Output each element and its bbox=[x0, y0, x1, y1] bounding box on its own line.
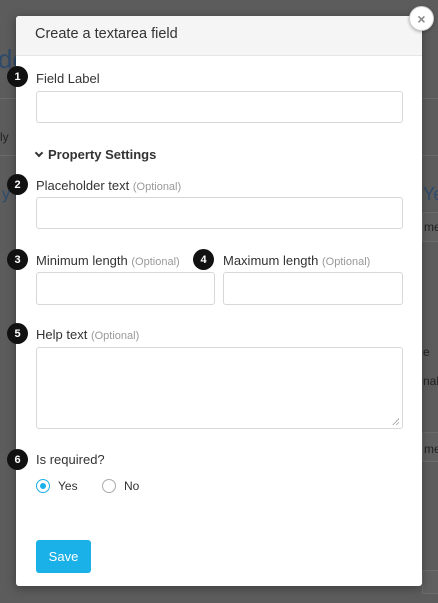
property-settings-toggle[interactable]: Property Settings bbox=[34, 147, 157, 162]
dialog-header: Create a textarea field bbox=[16, 16, 422, 56]
radio-unchecked-icon bbox=[102, 479, 116, 493]
placeholder-text-label: Placeholder text (Optional) bbox=[36, 178, 181, 193]
create-textarea-field-dialog: Create a textarea field 1 Field Label Pr… bbox=[7, 16, 422, 586]
placeholder-text-label-text: Placeholder text bbox=[36, 178, 130, 193]
step-badge-1: 1 bbox=[7, 66, 28, 87]
background-text-fragment: me bbox=[424, 442, 438, 456]
background-text-fragment: Ye bbox=[423, 184, 438, 204]
is-required-label: Is required? bbox=[36, 452, 105, 467]
background-divider bbox=[422, 155, 438, 156]
step-badge-5: 5 bbox=[7, 323, 28, 344]
minimum-length-label: Minimum length (Optional) bbox=[36, 253, 180, 268]
radio-label-yes: Yes bbox=[58, 479, 78, 493]
background-divider bbox=[0, 98, 16, 99]
resize-handle-icon[interactable] bbox=[392, 418, 399, 425]
radio-label-no: No bbox=[124, 479, 140, 493]
background-text-fragment: me bbox=[424, 220, 438, 234]
maximum-length-label-text: Maximum length bbox=[223, 253, 319, 268]
field-label-input[interactable] bbox=[36, 91, 403, 123]
background-input-fragment bbox=[422, 570, 438, 594]
minimum-length-label-text: Minimum length bbox=[36, 253, 128, 268]
help-text-label: Help text (Optional) bbox=[36, 327, 139, 342]
help-text-label-text: Help text bbox=[36, 327, 88, 342]
background-text-fragment: nale bbox=[423, 374, 438, 388]
save-button[interactable]: Save bbox=[36, 540, 91, 573]
step-badge-2: 2 bbox=[7, 174, 28, 195]
background-divider bbox=[422, 98, 438, 99]
placeholder-text-input[interactable] bbox=[36, 197, 403, 229]
help-text-textarea[interactable] bbox=[36, 347, 403, 429]
maximum-length-label: Maximum length (Optional) bbox=[223, 253, 370, 268]
maximum-length-input[interactable] bbox=[223, 272, 403, 305]
is-required-yes-radio[interactable]: Yes bbox=[36, 479, 78, 493]
property-settings-label: Property Settings bbox=[48, 147, 157, 162]
minimum-length-input[interactable] bbox=[36, 272, 215, 305]
background-divider bbox=[0, 155, 16, 156]
close-icon[interactable]: × bbox=[409, 6, 434, 31]
step-badge-4: 4 bbox=[193, 249, 214, 270]
optional-hint: (Optional) bbox=[322, 256, 371, 268]
dialog-title: Create a textarea field bbox=[35, 26, 178, 42]
optional-hint: (Optional) bbox=[132, 181, 182, 193]
step-badge-6: 6 bbox=[7, 449, 28, 470]
optional-hint: (Optional) bbox=[131, 256, 180, 268]
optional-hint: (Optional) bbox=[90, 330, 140, 342]
chevron-down-icon bbox=[34, 148, 44, 157]
radio-checked-icon bbox=[36, 479, 50, 493]
is-required-no-radio[interactable]: No bbox=[102, 479, 139, 493]
background-text-fragment: ly bbox=[0, 130, 9, 144]
field-label-label: Field Label bbox=[36, 71, 100, 86]
background-text-fragment: e bbox=[423, 345, 430, 359]
step-badge-3: 3 bbox=[7, 249, 28, 270]
